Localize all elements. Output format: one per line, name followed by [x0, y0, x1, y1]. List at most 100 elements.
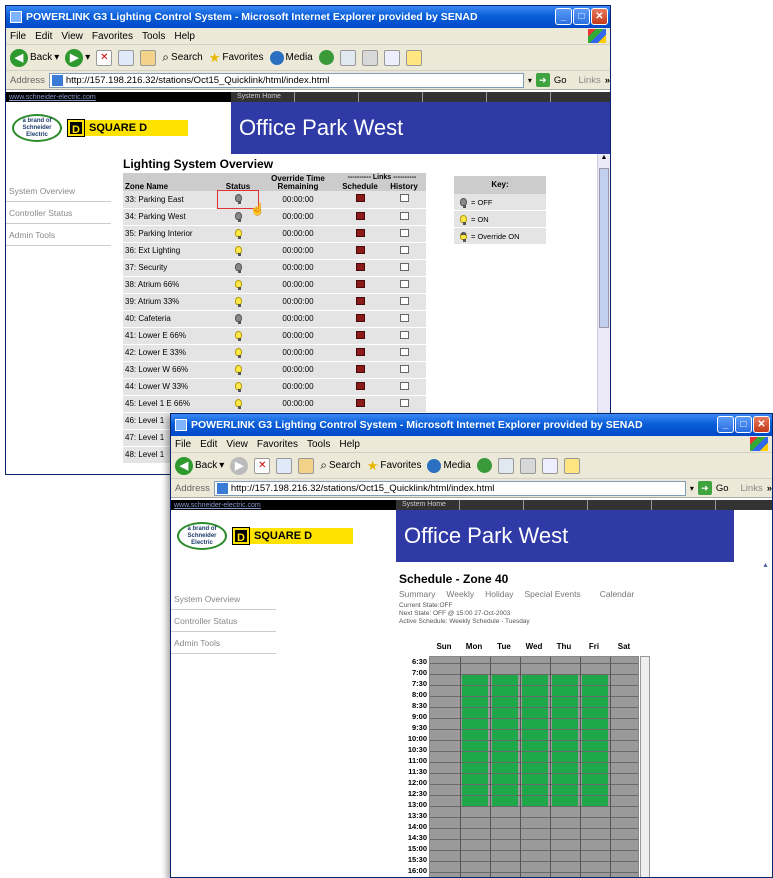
tab-weekly[interactable]: Weekly [446, 589, 474, 599]
sidebar-item-controller-status[interactable]: Controller Status [171, 610, 276, 632]
history-link[interactable] [382, 259, 426, 277]
mail-icon[interactable] [339, 49, 356, 66]
history-link[interactable] [382, 344, 426, 362]
print-icon[interactable] [519, 457, 536, 474]
status-cell[interactable] [218, 395, 258, 413]
schneider-link[interactable]: www.schneider-electric.com [6, 94, 231, 101]
refresh-icon[interactable] [276, 457, 293, 474]
history-link[interactable] [382, 191, 426, 209]
forward-arrow-icon[interactable]: ▶ [230, 456, 249, 475]
schedule-link[interactable] [338, 259, 382, 277]
menu-favorites[interactable]: Favorites [257, 439, 298, 450]
zone-name[interactable]: 37: Security [123, 259, 218, 277]
tab-summary[interactable]: Summary [399, 589, 435, 599]
schedule-link[interactable] [338, 208, 382, 226]
schedule-link[interactable] [338, 310, 382, 328]
menu-edit[interactable]: Edit [35, 31, 52, 42]
edit-icon[interactable] [383, 49, 400, 66]
address-dropdown-icon[interactable]: ▾ [528, 76, 532, 85]
schneider-link[interactable]: www.schneider-electric.com [171, 502, 396, 509]
status-cell[interactable] [218, 225, 258, 243]
history-icon[interactable] [476, 458, 492, 473]
schedule-link[interactable] [338, 344, 382, 362]
history-link[interactable] [382, 225, 426, 243]
history-link[interactable] [382, 395, 426, 413]
status-cell[interactable] [218, 327, 258, 345]
tab-special-events[interactable]: Special Events [524, 589, 580, 599]
nav-blank-1[interactable] [295, 92, 359, 102]
zone-name[interactable]: 34: Parking West [123, 208, 218, 226]
minimize-button[interactable]: _ [555, 8, 572, 25]
history-link[interactable] [382, 208, 426, 226]
scroll-up-icon[interactable]: ▲ [598, 154, 610, 161]
nav-blank-2[interactable] [524, 500, 588, 510]
schedule-link[interactable] [338, 293, 382, 311]
go-icon[interactable]: ➜ [697, 481, 712, 495]
history-link[interactable] [382, 276, 426, 294]
schedule-link[interactable] [338, 327, 382, 345]
address-input[interactable]: http://157.198.216.32/stations/Oct15_Qui… [213, 480, 686, 496]
menu-favorites[interactable]: Favorites [92, 31, 133, 42]
status-cell[interactable] [218, 361, 258, 379]
history-link[interactable] [382, 293, 426, 311]
schedule-link[interactable] [338, 225, 382, 243]
schedule-link[interactable] [338, 378, 382, 396]
address-input[interactable]: http://157.198.216.32/stations/Oct15_Qui… [48, 72, 524, 88]
sidebar-item-admin-tools[interactable]: Admin Tools [6, 224, 111, 246]
address-dropdown-icon[interactable]: ▾ [690, 484, 694, 493]
scroll-thumb[interactable] [599, 168, 609, 328]
chevron-right-icon[interactable]: » [605, 75, 610, 86]
chevron-right-icon[interactable]: » [767, 483, 772, 494]
nav-system-home[interactable]: System Home [231, 92, 295, 102]
zone-name[interactable]: 41: Lower E 66% [123, 327, 218, 345]
search-button[interactable]: ⌕ Search [320, 458, 360, 473]
status-cell[interactable] [218, 276, 258, 294]
menu-help[interactable]: Help [174, 31, 195, 42]
menu-help[interactable]: Help [339, 439, 360, 450]
stop-icon[interactable]: ✕ [254, 457, 271, 474]
links-button[interactable]: Links [741, 483, 763, 494]
media-button[interactable]: Media [427, 458, 471, 473]
sidebar-item-system-overview[interactable]: System Overview [6, 180, 111, 202]
go-button[interactable]: Go [554, 75, 567, 86]
print-icon[interactable] [361, 49, 378, 66]
tab-holiday[interactable]: Holiday [485, 589, 513, 599]
status-cell[interactable] [218, 293, 258, 311]
nav-blank-1[interactable] [460, 500, 524, 510]
nav-blank-2[interactable] [359, 92, 423, 102]
menu-edit[interactable]: Edit [200, 439, 217, 450]
menu-view[interactable]: View [226, 439, 248, 450]
menu-view[interactable]: View [61, 31, 83, 42]
history-icon[interactable] [318, 50, 334, 65]
schedule-link[interactable] [338, 191, 382, 209]
schedule-link[interactable] [338, 276, 382, 294]
menu-file[interactable]: File [10, 31, 26, 42]
zone-name[interactable]: 39: Atrium 33% [123, 293, 218, 311]
history-link[interactable] [382, 310, 426, 328]
go-button[interactable]: Go [716, 483, 729, 494]
tab-calendar[interactable]: Calendar [600, 589, 635, 599]
home-icon[interactable] [298, 457, 315, 474]
schedule-grid-body[interactable] [429, 656, 639, 877]
favorites-button[interactable]: ★ Favorites [367, 458, 422, 474]
history-link[interactable] [382, 242, 426, 260]
status-cell[interactable] [218, 344, 258, 362]
menu-tools[interactable]: Tools [307, 439, 330, 450]
schedule-link[interactable] [338, 361, 382, 379]
sidebar-item-controller-status[interactable]: Controller Status [6, 202, 111, 224]
status-cell[interactable] [218, 242, 258, 260]
folder-icon[interactable] [563, 457, 580, 474]
edit-icon[interactable] [541, 457, 558, 474]
maximize-button[interactable]: □ [573, 8, 590, 25]
zone-name[interactable]: 45: Level 1 E 66% [123, 395, 218, 413]
scroll-up-icon[interactable]: ▲ [759, 562, 772, 569]
grid-scrollbar[interactable] [640, 656, 650, 877]
sidebar-item-system-overview[interactable]: System Overview [171, 588, 276, 610]
nav-blank-4[interactable] [487, 92, 551, 102]
close-button[interactable]: ✕ [753, 416, 770, 433]
maximize-button[interactable]: □ [735, 416, 752, 433]
history-link[interactable] [382, 361, 426, 379]
refresh-icon[interactable] [118, 49, 135, 66]
zone-name[interactable]: 33: Parking East [123, 191, 218, 209]
close-button[interactable]: ✕ [591, 8, 608, 25]
